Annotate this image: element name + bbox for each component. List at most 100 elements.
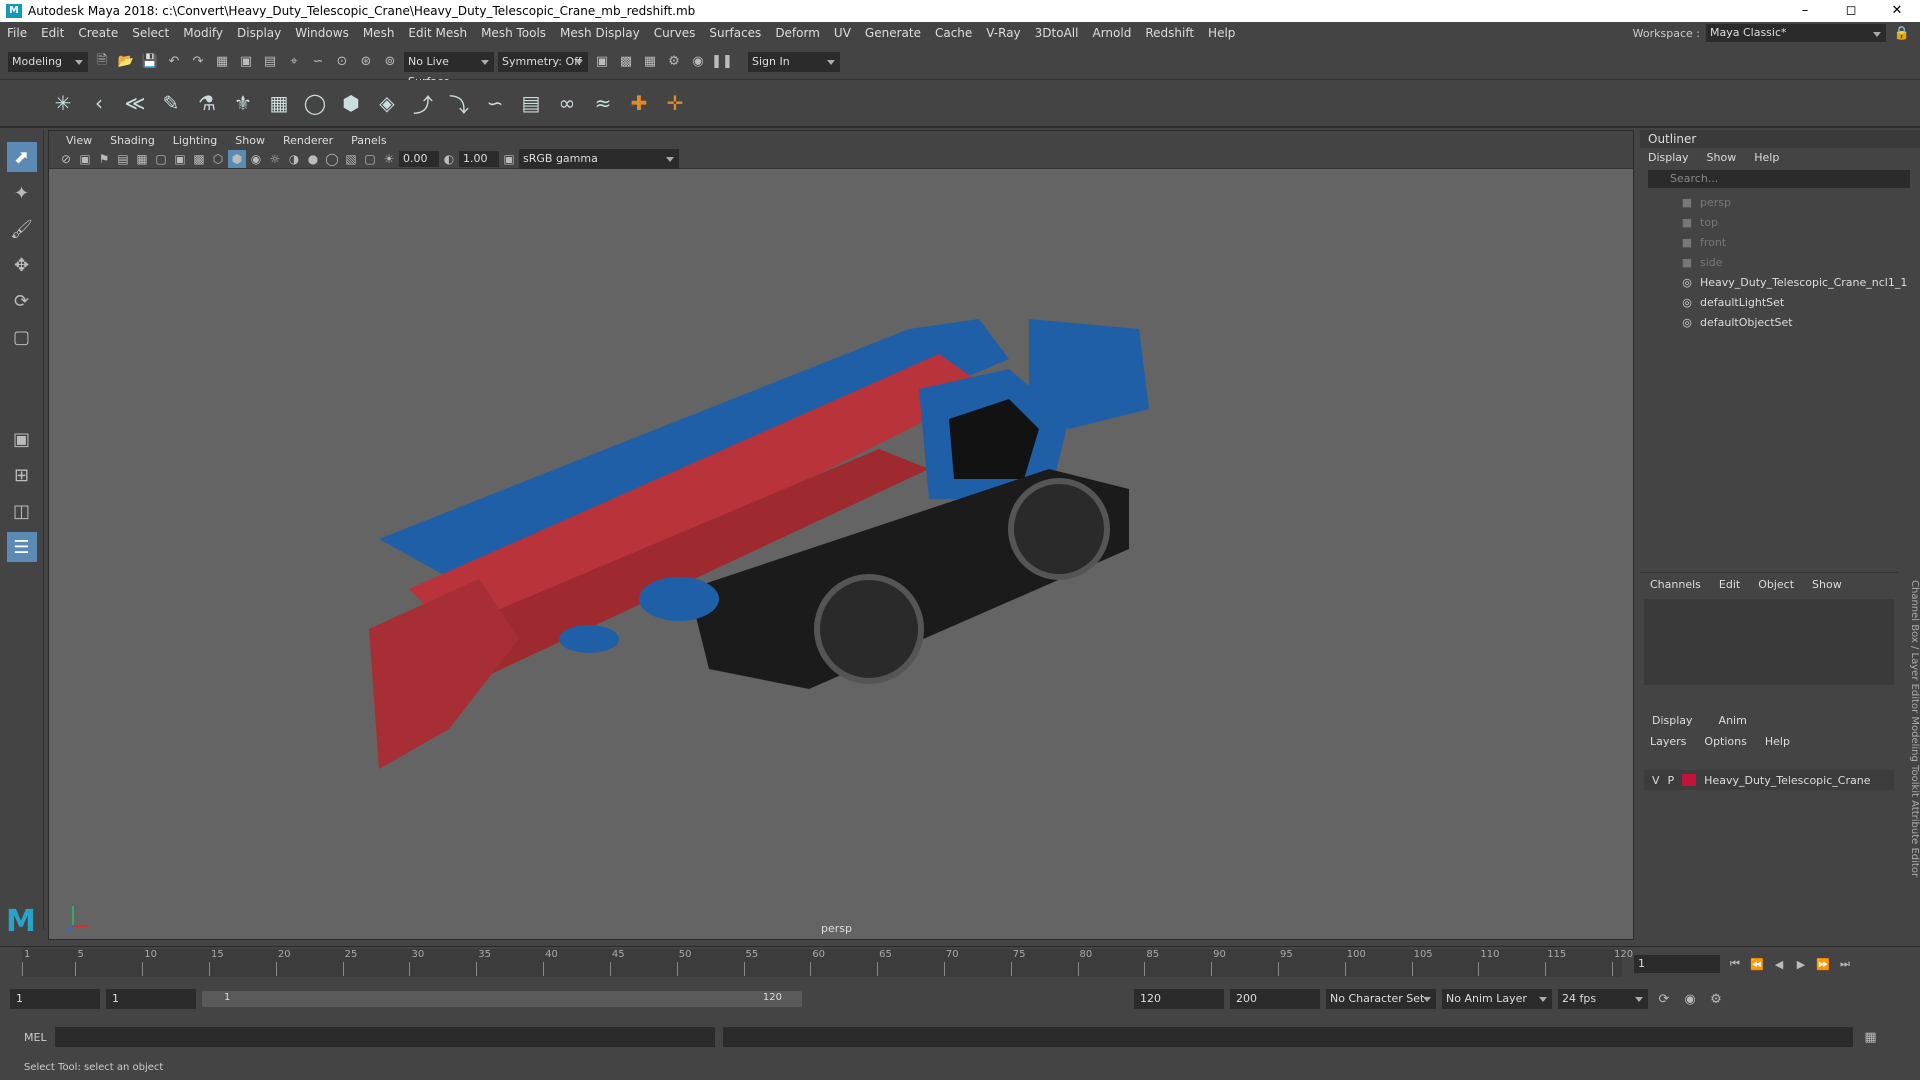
outliner-item[interactable]: ◎ defaultObjectSet	[1640, 312, 1920, 332]
end-time-field[interactable]: 200	[1230, 989, 1320, 1009]
pause-icon[interactable]: ❚❚	[711, 52, 733, 72]
outliner-layout-icon[interactable]: ☰	[6, 532, 37, 562]
layer-tab-display[interactable]: Display	[1652, 714, 1693, 727]
outliner-menu-help[interactable]: Help	[1754, 151, 1779, 164]
viewport-menu-view[interactable]: View	[57, 134, 101, 147]
camera-attr-icon[interactable]: ▣	[76, 150, 94, 168]
select-object-icon[interactable]: ▣	[236, 52, 256, 72]
snap-grid-icon[interactable]: ⌖	[284, 52, 304, 72]
sine-icon[interactable]: ∽	[480, 88, 510, 118]
open-scene-icon[interactable]: 📂	[116, 52, 136, 72]
time-ruler[interactable]: 1 5 10 15 20 25 30 35 40 45 50 55 60 65 70 75 80 85 90 95 10…	[21, 949, 1633, 977]
menu-windows[interactable]: Windows	[288, 26, 356, 40]
live-surface-dropdown[interactable]: No Live Surface	[404, 51, 494, 88]
channel-box-menu-channels[interactable]: Channels	[1650, 578, 1701, 591]
undo-icon[interactable]: ↶	[164, 52, 184, 72]
film-gate-icon[interactable]: ▢	[152, 150, 170, 168]
channel-box-area[interactable]	[1644, 599, 1894, 685]
menu-curves[interactable]: Curves	[647, 26, 703, 40]
outliner-item[interactable]: ■ front	[1640, 232, 1920, 252]
wireframe-icon[interactable]: ⬡	[209, 150, 227, 168]
select-component-icon[interactable]: ▤	[260, 52, 280, 72]
layer-playback-toggle[interactable]: P	[1668, 774, 1675, 787]
start-time-field[interactable]: 1	[10, 989, 100, 1009]
menu-create[interactable]: Create	[71, 26, 125, 40]
paint-select-icon[interactable]: 🖌	[7, 214, 37, 244]
fps-dropdown[interactable]: 24 fps	[1558, 989, 1648, 1009]
preferences-icon[interactable]: ⚙	[1706, 989, 1726, 1009]
time-slider[interactable]: 1 5 10 15 20 25 30 35 40 45 50 55 60 65 70 75 80 85 90 95 10…	[0, 946, 1920, 980]
play-icon[interactable]: ▶	[1792, 955, 1810, 973]
layer-tab-anim[interactable]: Anim	[1719, 714, 1747, 727]
bookmark-icon[interactable]: ⚑	[95, 150, 113, 168]
cube-icon[interactable]: ⬢	[336, 88, 366, 118]
outliner-menu-show[interactable]: Show	[1707, 151, 1737, 164]
menu-mesh[interactable]: Mesh	[356, 26, 402, 40]
current-frame-field[interactable]: 1	[1634, 955, 1720, 973]
curve-icon[interactable]: ‹	[84, 88, 114, 118]
viewport-menu-shading[interactable]: Shading	[101, 134, 164, 147]
step-back-key-icon[interactable]: ⏪	[1748, 955, 1766, 973]
sign-in-dropdown[interactable]: Sign In	[748, 51, 840, 72]
single-view-icon[interactable]: ▣	[7, 424, 37, 454]
layer-color-swatch[interactable]	[1682, 774, 1697, 786]
step-back-frame-icon[interactable]: ◀	[1770, 955, 1788, 973]
ao-icon[interactable]: ●	[304, 150, 322, 168]
locator-icon[interactable]: ✚	[624, 88, 654, 118]
select-hierarchy-icon[interactable]: ▦	[212, 52, 232, 72]
viewport-panel[interactable]: View Shading Lighting Show Renderer Panels ⊘ …	[48, 130, 1634, 940]
layer-menu-layers[interactable]: Layers	[1650, 735, 1686, 748]
mel-input[interactable]	[54, 1027, 715, 1047]
color-management-icon[interactable]: ▣	[500, 150, 518, 168]
viewport-menu-lighting[interactable]: Lighting	[164, 134, 226, 147]
minimize-icon[interactable]: –	[1782, 0, 1828, 22]
redo-icon[interactable]: ↷	[188, 52, 208, 72]
crane-model[interactable]	[49, 169, 1633, 939]
new-scene-icon[interactable]: 🗎	[92, 52, 112, 72]
joint-icon[interactable]: ⚗	[192, 88, 222, 118]
channel-box-menu-object[interactable]: Object	[1758, 578, 1794, 591]
outliner-menu-display[interactable]: Display	[1648, 151, 1689, 164]
go-to-end-icon[interactable]: ⏭	[1836, 955, 1854, 973]
colorspace-dropdown[interactable]: sRGB gamma	[519, 148, 679, 169]
menu-edit[interactable]: Edit	[34, 26, 71, 40]
menu-uv[interactable]: UV	[827, 26, 858, 40]
menu-mesh-tools[interactable]: Mesh Tools	[474, 26, 553, 40]
symmetry-dropdown[interactable]: Symmetry: Off	[498, 51, 588, 72]
grid-icon[interactable]: ▦	[133, 150, 151, 168]
menu-surfaces[interactable]: Surfaces	[702, 26, 768, 40]
rotate-tool-icon[interactable]: ⟳	[7, 286, 37, 316]
save-scene-icon[interactable]: 💾	[140, 52, 160, 72]
lock-icon[interactable]: 🔒	[1892, 23, 1912, 43]
pencil-icon[interactable]: ✎	[156, 88, 186, 118]
menu-cache[interactable]: Cache	[928, 26, 979, 40]
menu-generate[interactable]: Generate	[858, 26, 928, 40]
playback-end-field[interactable]: 120	[1134, 989, 1224, 1009]
anim-layer-dropdown[interactable]: No Anim Layer	[1442, 989, 1552, 1009]
snap-view-icon[interactable]: ⊛	[356, 52, 376, 72]
outliner-item[interactable]: ◎ defaultLightSet	[1640, 292, 1920, 312]
textured-icon[interactable]: ◉	[247, 150, 265, 168]
smooth-shade-icon[interactable]: ⬢	[228, 149, 246, 168]
menu-mesh-display[interactable]: Mesh Display	[553, 26, 647, 40]
menu-select[interactable]: Select	[125, 26, 176, 40]
outliner-item[interactable]: ■ persp	[1640, 192, 1920, 212]
layer-row[interactable]: V P Heavy_Duty_Telescopic_Crane	[1644, 770, 1894, 790]
character-set-dropdown[interactable]: No Character Set	[1326, 989, 1436, 1009]
lasso-tool-icon[interactable]: ✦	[7, 178, 37, 208]
hypershade-icon[interactable]: ◉	[688, 52, 708, 72]
outliner-item[interactable]: ■ side	[1640, 252, 1920, 272]
render-frame-icon[interactable]: ▩	[616, 52, 636, 72]
outliner-item[interactable]: ◎ Heavy_Duty_Telescopic_Crane_ncl1_1	[1640, 272, 1920, 292]
select-tool-icon[interactable]: ⬈	[6, 142, 37, 172]
four-view-icon[interactable]: ⊞	[7, 460, 37, 490]
resolution-gate-icon[interactable]: ▣	[171, 150, 189, 168]
pivot-icon[interactable]: ✛	[660, 88, 690, 118]
outliner-item[interactable]: ■ top	[1640, 212, 1920, 232]
layer-menu-options[interactable]: Options	[1704, 735, 1746, 748]
snap-surface-icon[interactable]: ⊚	[380, 52, 400, 72]
twist-icon[interactable]: ∞	[552, 88, 582, 118]
menu-redshift[interactable]: Redshift	[1138, 26, 1201, 40]
viewport-menu-renderer[interactable]: Renderer	[274, 134, 342, 147]
script-editor-icon[interactable]: ▦	[1861, 1027, 1881, 1047]
